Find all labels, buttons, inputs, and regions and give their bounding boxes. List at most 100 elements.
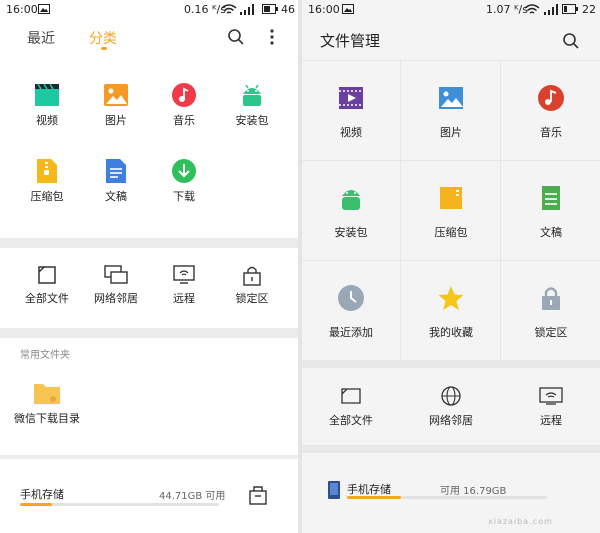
sd-card-icon (38, 266, 56, 284)
lock-icon (542, 287, 560, 310)
network-speed: 0.16 ᴷ/s (184, 3, 226, 16)
network-icon (104, 265, 128, 284)
category-label: 下载 (173, 190, 195, 203)
image-notification-icon (38, 4, 50, 14)
clock-icon (338, 285, 364, 311)
grid-documents[interactable]: 文稿 (516, 184, 586, 240)
section-divider (0, 238, 298, 248)
location-all-files[interactable]: 全部文件 (316, 386, 386, 428)
category-label: 视频 (36, 114, 58, 127)
grid-video[interactable]: 视频 (316, 84, 386, 140)
search-icon[interactable] (562, 32, 580, 50)
grid-label: 锁定区 (534, 326, 568, 339)
grid-line (302, 60, 600, 61)
storage-bar-fill (20, 503, 52, 506)
cleanup-icon[interactable] (248, 484, 268, 506)
android-icon (342, 190, 360, 210)
document-icon (106, 159, 126, 183)
status-time: 16:00 (6, 3, 38, 16)
remote-icon (539, 387, 563, 405)
storage-bar (347, 496, 547, 499)
location-remote[interactable]: 远程 (516, 386, 586, 428)
category-video[interactable]: 视频 (17, 82, 77, 128)
android-icon (243, 84, 261, 106)
grid-line (302, 160, 600, 161)
grid-apk[interactable]: 安装包 (316, 184, 386, 240)
category-documents[interactable]: 文稿 (86, 158, 146, 204)
battery-level: 46 (281, 3, 295, 16)
star-icon (438, 286, 464, 310)
search-icon[interactable] (227, 28, 245, 46)
lock-icon (243, 266, 261, 286)
section-divider (302, 445, 600, 453)
category-label: 安装包 (235, 114, 269, 127)
storage-label: 手机存储 (347, 483, 391, 496)
grid-label: 文稿 (540, 226, 562, 239)
tab-category[interactable]: 分类 (89, 28, 117, 48)
remote-icon (173, 265, 195, 284)
location-label: 全部文件 (329, 414, 373, 427)
category-label: 文稿 (105, 190, 127, 203)
signal-icon (544, 4, 558, 15)
grid-images[interactable]: 图片 (416, 84, 486, 140)
category-downloads[interactable]: 下载 (154, 158, 214, 204)
location-label: 锁定区 (235, 292, 269, 305)
category-music[interactable]: 音乐 (154, 82, 214, 128)
sd-card-icon (341, 388, 361, 404)
storage-bar (20, 503, 219, 506)
grid-favorites[interactable]: 我的收藏 (416, 284, 486, 340)
storage-free: 可用 16.79GB (440, 486, 507, 497)
category-label: 音乐 (173, 114, 195, 127)
category-images[interactable]: 图片 (86, 82, 146, 128)
image-icon (439, 87, 463, 109)
folder-wechat-downloads[interactable]: 微信下载目录 (14, 380, 80, 426)
grid-label: 最近添加 (329, 326, 373, 339)
zip-icon (37, 159, 57, 183)
grid-recently-added[interactable]: 最近添加 (316, 284, 386, 340)
more-options-icon[interactable] (269, 28, 275, 46)
section-divider (0, 328, 298, 338)
location-network[interactable]: 网络邻居 (86, 264, 146, 306)
folder-label: 微信下载目录 (14, 412, 80, 425)
location-lock-zone[interactable]: 锁定区 (222, 264, 282, 306)
grid-music[interactable]: 音乐 (516, 84, 586, 140)
grid-label: 我的收藏 (429, 326, 473, 339)
tab-recent[interactable]: 最近 (27, 28, 55, 48)
location-all-files[interactable]: 全部文件 (17, 264, 77, 306)
image-icon (104, 84, 128, 106)
location-remote[interactable]: 远程 (154, 264, 214, 306)
battery-icon (562, 4, 578, 14)
status-time: 16:00 (308, 3, 340, 16)
globe-icon (441, 386, 461, 406)
music-icon (172, 83, 196, 107)
location-label: 网络邻居 (94, 292, 138, 305)
music-icon (538, 85, 564, 111)
grid-label: 压缩包 (434, 226, 468, 239)
location-label: 全部文件 (25, 292, 69, 305)
video-icon (35, 83, 59, 106)
category-label: 图片 (105, 114, 127, 127)
location-network[interactable]: 网络邻居 (416, 386, 486, 428)
common-folders-title: 常用文件夹 (20, 350, 70, 361)
grid-lock-zone[interactable]: 锁定区 (516, 284, 586, 340)
grid-line (302, 260, 600, 261)
right-screen: 16:00 1.07 ᴷ/s 22 文件管理 视频 图片 音乐 安装包 压缩包 … (302, 0, 600, 533)
category-zip[interactable]: 压缩包 (17, 158, 77, 204)
wifi-icon (221, 4, 237, 14)
grid-label: 音乐 (540, 126, 562, 139)
storage-label: 手机存储 (20, 488, 64, 501)
section-divider (0, 455, 298, 459)
category-apk[interactable]: 安装包 (222, 82, 282, 128)
grid-label: 视频 (340, 126, 362, 139)
document-icon (542, 186, 560, 210)
image-notification-icon (342, 4, 354, 14)
location-label: 远程 (540, 414, 562, 427)
video-icon (339, 87, 363, 109)
battery-level: 22 (582, 3, 596, 16)
network-speed: 1.07 ᴷ/s (486, 3, 528, 16)
signal-icon (240, 4, 254, 15)
category-label: 压缩包 (30, 190, 64, 203)
download-icon (172, 159, 196, 183)
grid-zip[interactable]: 压缩包 (416, 184, 486, 240)
battery-icon (262, 4, 278, 14)
